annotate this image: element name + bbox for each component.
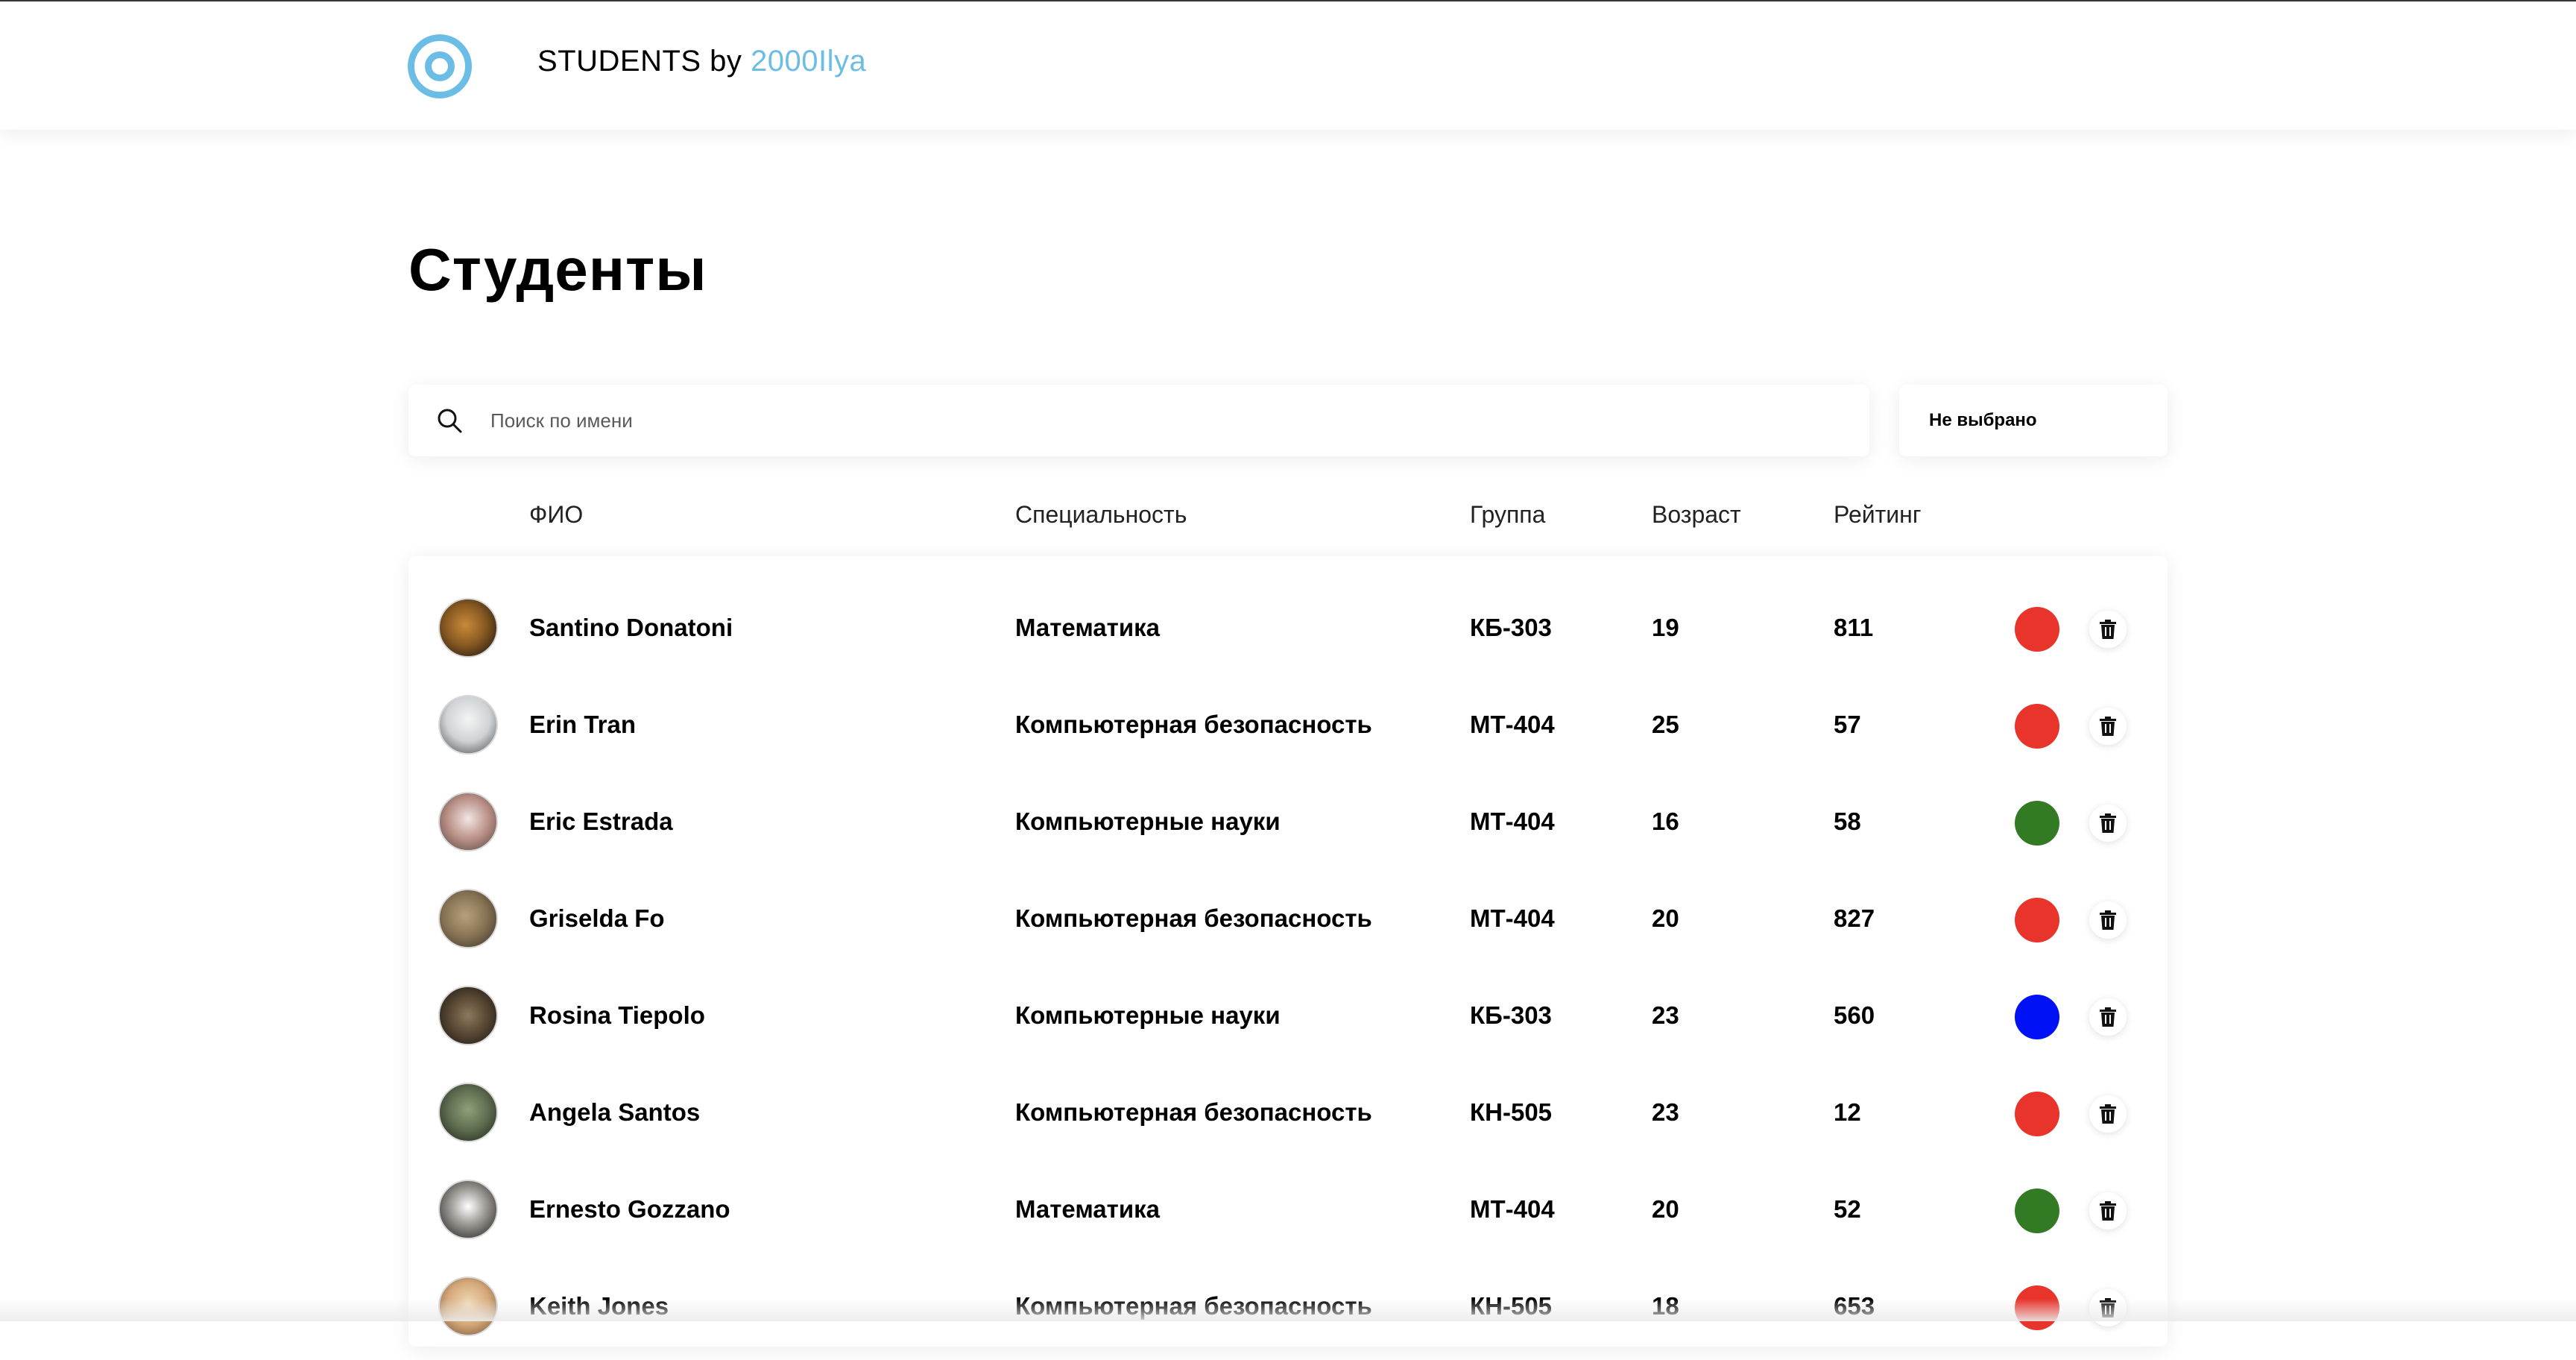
column-header-specialty[interactable]: Специальность	[1015, 501, 1187, 529]
column-header-rating[interactable]: Рейтинг	[1834, 501, 1921, 529]
trash-icon	[2100, 813, 2116, 833]
delete-button[interactable]	[2089, 1192, 2127, 1230]
trash-icon	[2100, 910, 2116, 930]
avatar	[438, 1180, 498, 1239]
student-age: 16	[1652, 808, 1679, 835]
page-title: Студенты	[408, 236, 707, 303]
student-name: Eric Estrada	[529, 808, 673, 835]
table-row[interactable]: Ernesto Gozzano Математика МТ-404 20 52	[408, 1156, 2168, 1253]
brand-accent: 2000Ilya	[751, 45, 867, 78]
avatar	[438, 792, 498, 851]
student-age: 20	[1652, 904, 1679, 932]
students-table: Santino Donatoni Математика КБ-303 19 811 Eri…	[408, 556, 2168, 1347]
avatar	[438, 598, 498, 658]
column-header-group[interactable]: Группа	[1470, 501, 1545, 529]
status-color-dot	[2015, 995, 2059, 1039]
student-rating: 57	[1834, 711, 1861, 738]
student-rating: 827	[1834, 904, 1875, 932]
student-rating: 12	[1834, 1098, 1861, 1126]
trash-icon	[2100, 1007, 2116, 1027]
student-age: 20	[1652, 1195, 1679, 1223]
delete-button[interactable]	[2089, 998, 2127, 1036]
student-rating: 58	[1834, 808, 1861, 835]
trash-icon	[2100, 1104, 2116, 1124]
student-age: 23	[1652, 1001, 1679, 1029]
student-name: Angela Santos	[529, 1098, 701, 1126]
student-specialty: Компьютерная безопасность	[1015, 711, 1372, 738]
status-color-dot	[2015, 1189, 2059, 1233]
student-specialty: Математика	[1015, 614, 1160, 641]
student-group: МТ-404	[1470, 711, 1555, 738]
student-specialty: Компьютерная безопасность	[1015, 904, 1372, 932]
table-row[interactable]: Angela Santos Компьютерная безопасность КН…	[408, 1059, 2168, 1156]
trash-icon	[2100, 1201, 2116, 1221]
student-rating: 811	[1834, 614, 1874, 641]
status-color-dot	[2015, 898, 2059, 942]
ring-logo-icon[interactable]	[408, 34, 472, 98]
student-age: 19	[1652, 614, 1679, 641]
student-name: Rosina Tiepolo	[529, 1001, 705, 1029]
search-field[interactable]	[408, 385, 1869, 456]
trash-icon	[2100, 620, 2116, 639]
table-row[interactable]: Rosina Tiepolo Компьютерные науки КБ-303 23…	[408, 962, 2168, 1059]
delete-button[interactable]	[2089, 901, 2127, 939]
column-header-age[interactable]: Возраст	[1652, 501, 1741, 529]
search-input[interactable]	[489, 400, 1846, 441]
brand-prefix: STUDENTS by	[537, 45, 751, 78]
search-icon	[438, 409, 462, 433]
table-row[interactable]: Griselda Fo Компьютерная безопасность МТ-4…	[408, 865, 2168, 962]
student-name: Erin Tran	[529, 711, 637, 738]
student-group: МТ-404	[1470, 1195, 1555, 1223]
brand-title: STUDENTS by 2000Ilya	[537, 45, 866, 86]
student-rating: 52	[1834, 1195, 1861, 1223]
column-header-name[interactable]: ФИО	[529, 501, 583, 529]
delete-button[interactable]	[2089, 611, 2127, 648]
delete-button[interactable]	[2089, 805, 2127, 842]
avatar	[438, 889, 498, 948]
student-rating: 560	[1834, 1001, 1875, 1029]
avatar	[438, 695, 498, 755]
student-name: Griselda Fo	[529, 904, 665, 932]
trash-icon	[2100, 717, 2116, 736]
student-group: КН-505	[1470, 1098, 1553, 1126]
avatar	[438, 986, 498, 1045]
table-row[interactable]: Erin Tran Компьютерная безопасность МТ-404…	[408, 671, 2168, 768]
app-header: STUDENTS by 2000Ilya	[0, 1, 2576, 130]
avatar	[438, 1083, 498, 1142]
student-group: КБ-303	[1470, 1001, 1552, 1029]
student-specialty: Компьютерные науки	[1015, 1001, 1281, 1029]
table-row[interactable]: Eric Estrada Компьютерные науки МТ-404 16 58	[408, 768, 2168, 865]
student-name: Santino Donatoni	[529, 614, 733, 641]
student-age: 25	[1652, 711, 1679, 738]
student-specialty: Математика	[1015, 1195, 1160, 1223]
student-group: МТ-404	[1470, 904, 1555, 932]
student-specialty: Компьютерные науки	[1015, 808, 1281, 835]
student-group: КБ-303	[1470, 614, 1552, 641]
status-color-dot	[2015, 704, 2059, 749]
student-group: МТ-404	[1470, 808, 1555, 835]
student-name: Ernesto Gozzano	[529, 1195, 730, 1223]
student-specialty: Компьютерная безопасность	[1015, 1098, 1372, 1126]
delete-button[interactable]	[2089, 1095, 2127, 1133]
delete-button[interactable]	[2089, 708, 2127, 745]
filter-select[interactable]: Не выбрано	[1899, 385, 2168, 456]
bottom-edge-shadow	[0, 1299, 2576, 1321]
student-age: 23	[1652, 1098, 1679, 1126]
status-color-dot	[2015, 801, 2059, 846]
status-color-dot	[2015, 607, 2059, 652]
table-row[interactable]: Santino Donatoni Математика КБ-303 19 811	[408, 574, 2168, 671]
status-color-dot	[2015, 1092, 2059, 1136]
